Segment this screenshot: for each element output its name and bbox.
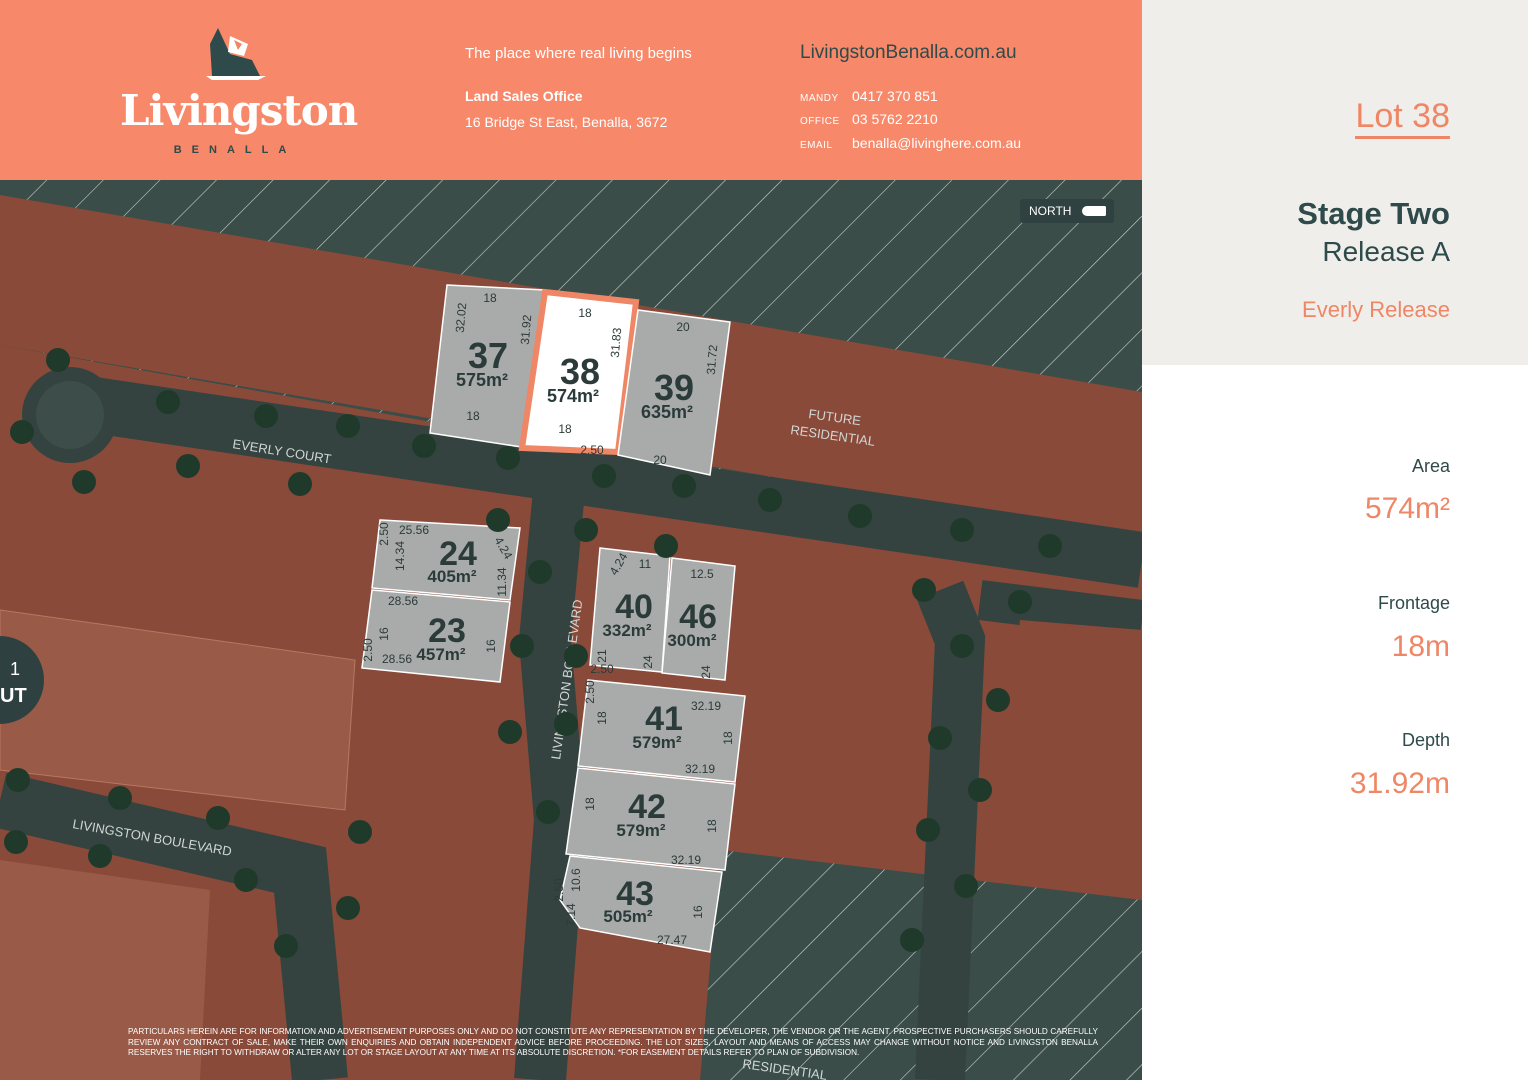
- office-address: 16 Bridge St East, Benalla, 3672: [465, 114, 668, 130]
- website-link[interactable]: LivingstonBenalla.com.au: [800, 42, 1017, 64]
- dim-label: 32.19: [691, 699, 721, 713]
- dim-label: 32.19: [685, 762, 715, 776]
- dim-label: 31.72: [704, 344, 721, 375]
- dim-label: 24: [641, 655, 655, 669]
- dim-label: 2.50: [583, 680, 597, 704]
- dim-label: 2.50: [580, 443, 604, 457]
- disclaimer: PARTICULARS HEREIN ARE FOR INFORMATION A…: [128, 1027, 1098, 1057]
- sail-icon: [206, 28, 266, 80]
- dim-label: 31.83: [608, 327, 625, 358]
- frontage-label: Frontage: [1377, 593, 1450, 613]
- dim-label: 32.19: [671, 853, 701, 867]
- dim-label: 25.56: [399, 523, 429, 537]
- release-title: Release A: [1322, 236, 1450, 267]
- area-value: 574m²: [1364, 492, 1450, 525]
- office-title: Land Sales Office: [465, 88, 583, 104]
- dim-label: 18: [483, 291, 497, 305]
- contact-value: benalla@livinghere.com.au: [852, 135, 1022, 151]
- depth-value: 31.92m: [1349, 767, 1450, 800]
- contact-key: OFFICE: [800, 116, 840, 127]
- dim-label: 27.47: [657, 933, 687, 947]
- side-badge-number: 1: [10, 659, 20, 679]
- dim-label: 10.6: [569, 868, 583, 892]
- dim-label: 18: [705, 819, 719, 833]
- lot-area: 300m²: [667, 631, 716, 650]
- dim-label: 18: [558, 422, 572, 436]
- contact-office[interactable]: OFFICE 03 5762 2210: [800, 111, 938, 127]
- lot-title: Lot 38: [1355, 96, 1450, 139]
- release-name: Everly Release: [1302, 297, 1450, 322]
- dim-label: 18: [583, 797, 597, 811]
- court-center: [36, 381, 104, 449]
- lot-area: 505m²: [603, 907, 652, 926]
- side-badge-text: UT: [0, 685, 27, 707]
- dim-label: 2.50: [590, 662, 614, 676]
- tagline: The place where real living begins: [465, 45, 692, 62]
- brand-subtitle: BENALLA: [173, 144, 297, 156]
- dim-label: 31.92: [518, 314, 535, 345]
- dim-label: 20: [676, 320, 690, 334]
- header-banner: Livingston BENALLA The place where real …: [0, 0, 1142, 180]
- road-east: [915, 580, 986, 1080]
- north-label: NORTH: [1029, 204, 1072, 218]
- contact-email[interactable]: EMAIL benalla@livinghere.com.au: [800, 135, 1021, 151]
- dim-label: 2.50: [361, 638, 375, 662]
- lot-area: 579m²: [616, 821, 665, 840]
- dim-label: 18: [466, 409, 480, 423]
- dim-label: 20: [653, 453, 667, 467]
- dim-label: 11: [639, 557, 652, 571]
- lot-area: 579m²: [632, 733, 681, 752]
- dim-label: 28.56: [388, 594, 418, 608]
- dim-label: 24: [699, 665, 713, 679]
- contact-key: EMAIL: [800, 140, 833, 151]
- contact-value: 03 5762 2210: [852, 111, 938, 127]
- dim-label: 14.34: [393, 541, 407, 571]
- dim-label: 32.02: [453, 302, 470, 333]
- lot-area: 405m²: [427, 567, 476, 586]
- livingston-logo[interactable]: Livingston BENALLA: [120, 24, 358, 164]
- contact-value: 0417 370 851: [852, 88, 938, 104]
- frontage-value: 18m: [1391, 630, 1450, 663]
- stage-title: Stage Two: [1297, 196, 1450, 231]
- road-east-link: [977, 580, 1142, 640]
- dim-label: 18: [721, 731, 735, 745]
- brand-name: Livingston: [120, 86, 358, 135]
- area-label: Area: [1411, 456, 1450, 476]
- lot-area: 575m²: [456, 370, 508, 390]
- lot-area: 635m²: [641, 402, 693, 422]
- depth-label: Depth: [1401, 730, 1450, 750]
- dim-label: 2.50: [552, 878, 566, 902]
- lot-area: 574m²: [547, 386, 599, 406]
- contact-mandy[interactable]: MANDY 0417 370 851: [800, 88, 938, 104]
- dim-label: 11.34: [495, 567, 509, 596]
- dim-label: 12.5: [690, 567, 714, 581]
- dim-label: 16: [691, 905, 705, 919]
- map-canvas: 1 UT 37 575m² 38 574m² 39 635m² 24 405m²…: [0, 180, 1142, 1080]
- lot-area: 457m²: [416, 645, 465, 664]
- dim-label: 28.56: [382, 652, 412, 666]
- contact-key: MANDY: [800, 93, 839, 104]
- dim-label: 2.50: [377, 522, 391, 546]
- lot-map[interactable]: 1 UT 37 575m² 38 574m² 39 635m² 24 405m²…: [0, 180, 1142, 1080]
- dim-label: 21: [595, 649, 609, 663]
- north-indicator: NORTH: [1020, 199, 1114, 223]
- dim-label: 18: [595, 711, 609, 725]
- north-arrow-icon: [1082, 206, 1106, 216]
- dim-label: 18: [578, 306, 592, 320]
- dim-label: 16: [484, 639, 498, 653]
- dim-label: 7.14: [564, 903, 578, 927]
- dim-label: 16: [377, 627, 391, 641]
- lot-area: 332m²: [602, 621, 651, 640]
